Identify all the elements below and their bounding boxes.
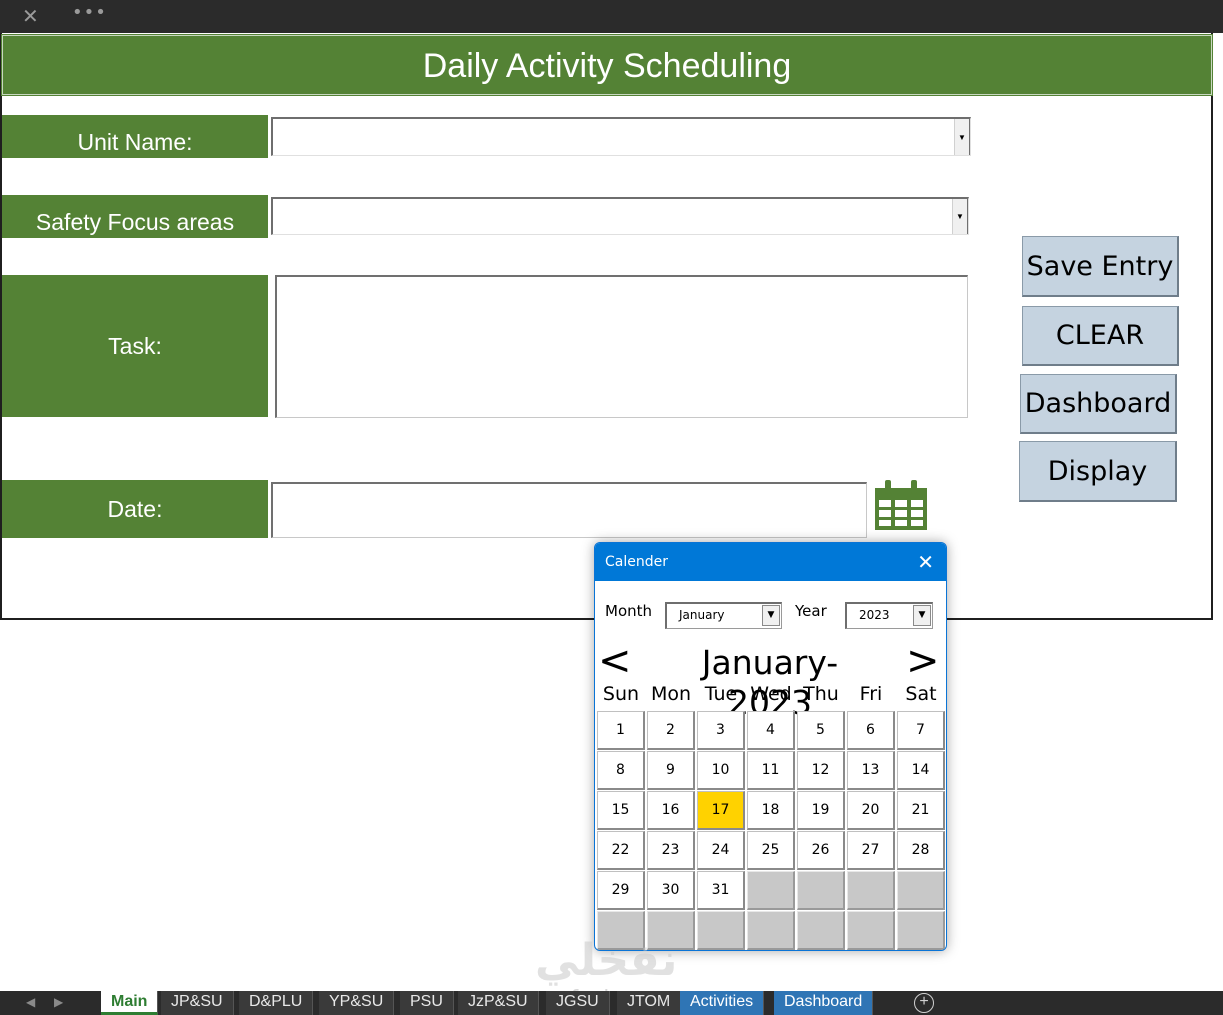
calendar-day[interactable]: 8 bbox=[597, 751, 645, 790]
dashboard-button[interactable]: Dashboard bbox=[1020, 374, 1177, 434]
calendar-day[interactable]: 3 bbox=[697, 711, 745, 750]
dropdown-arrow-icon[interactable]: ▼ bbox=[952, 199, 968, 234]
calendar-day[interactable]: 21 bbox=[897, 791, 945, 830]
chevron-down-icon[interactable]: ▼ bbox=[762, 605, 780, 626]
weekday-header: Thu bbox=[803, 683, 839, 705]
more-icon[interactable]: ••• bbox=[72, 2, 107, 23]
calendar-dialog: Calender ✕ Month January ▼ Year 2023 ▼ <… bbox=[594, 542, 947, 951]
page-title: Daily Activity Scheduling bbox=[1, 34, 1213, 96]
sheet-tab[interactable]: JzP&SU bbox=[458, 991, 539, 1015]
calendar-day[interactable]: 16 bbox=[647, 791, 695, 830]
sheet-tab[interactable]: Main bbox=[101, 991, 159, 1015]
safety-focus-label: Safety Focus areas bbox=[2, 195, 268, 238]
calendar-empty-cell bbox=[597, 911, 645, 950]
plus-circle-icon[interactable]: + bbox=[914, 993, 934, 1013]
calendar-day[interactable]: 4 bbox=[747, 711, 795, 750]
date-input[interactable] bbox=[271, 482, 867, 538]
sheet-tab[interactable]: D&PLU bbox=[239, 991, 314, 1015]
display-button[interactable]: Display bbox=[1019, 441, 1177, 502]
calendar-day[interactable]: 18 bbox=[747, 791, 795, 830]
save-entry-button[interactable]: Save Entry bbox=[1022, 236, 1179, 297]
close-icon[interactable]: ✕ bbox=[22, 4, 39, 28]
sheet-tab[interactable]: YP&SU bbox=[319, 991, 395, 1015]
calendar-day[interactable]: 1 bbox=[597, 711, 645, 750]
calendar-day[interactable]: 22 bbox=[597, 831, 645, 870]
calendar-day[interactable]: 19 bbox=[797, 791, 845, 830]
calendar-icon[interactable] bbox=[873, 478, 929, 532]
prev-month-button[interactable]: < bbox=[598, 641, 632, 681]
unit-name-label: Unit Name: bbox=[2, 115, 268, 158]
year-select-value: 2023 bbox=[859, 608, 890, 622]
calendar-day[interactable]: 14 bbox=[897, 751, 945, 790]
calendar-empty-cell bbox=[647, 911, 695, 950]
unit-name-dropdown[interactable]: ▼ bbox=[271, 117, 971, 156]
sheet-tab[interactable]: PSU bbox=[400, 991, 454, 1015]
calendar-day[interactable]: 30 bbox=[647, 871, 695, 910]
sheet-tabbar: ◀ ▶ Main JP&SU D&PLU YP&SU PSU JzP&SU JGSU JTOM… bbox=[0, 991, 1223, 1015]
calendar-empty-cell bbox=[847, 911, 895, 950]
calendar-empty-cell bbox=[847, 871, 895, 910]
calendar-day[interactable]: 27 bbox=[847, 831, 895, 870]
month-select[interactable]: January ▼ bbox=[665, 602, 782, 629]
month-label: Month bbox=[605, 602, 653, 620]
year-select[interactable]: 2023 ▼ bbox=[845, 602, 933, 629]
weekday-header: Fri bbox=[859, 683, 883, 705]
calendar-day[interactable]: 15 bbox=[597, 791, 645, 830]
calendar-dialog-titlebar: Calender ✕ bbox=[595, 543, 946, 581]
window-topbar: ✕ ••• bbox=[0, 0, 1223, 33]
sheet-tab[interactable]: Activities bbox=[680, 991, 765, 1015]
tab-scroll-right-icon[interactable]: ▶ bbox=[54, 995, 63, 1009]
calendar-empty-cell bbox=[797, 911, 845, 950]
month-select-value: January bbox=[679, 608, 725, 622]
calendar-day[interactable]: 5 bbox=[797, 711, 845, 750]
sheet-tab[interactable]: Dashboard bbox=[774, 991, 874, 1015]
task-textarea[interactable] bbox=[275, 275, 968, 418]
calendar-day[interactable]: 24 bbox=[697, 831, 745, 870]
calendar-day[interactable]: 11 bbox=[747, 751, 795, 790]
calendar-day[interactable]: 23 bbox=[647, 831, 695, 870]
calendar-day[interactable]: 28 bbox=[897, 831, 945, 870]
calendar-day[interactable]: 26 bbox=[797, 831, 845, 870]
clear-button[interactable]: CLEAR bbox=[1022, 306, 1179, 366]
weekday-header: Sun bbox=[602, 683, 640, 705]
calendar-empty-cell bbox=[897, 911, 945, 950]
weekday-header: Mon bbox=[650, 683, 692, 705]
weekday-header: Sat bbox=[905, 683, 937, 705]
weekday-header: Wed bbox=[750, 683, 792, 705]
calendar-day[interactable]: 12 bbox=[797, 751, 845, 790]
chevron-down-icon[interactable]: ▼ bbox=[913, 605, 931, 626]
calendar-day[interactable]: 31 bbox=[697, 871, 745, 910]
calendar-empty-cell bbox=[747, 911, 795, 950]
calendar-empty-cell bbox=[897, 871, 945, 910]
calendar-day[interactable]: 20 bbox=[847, 791, 895, 830]
calendar-day[interactable]: 29 bbox=[597, 871, 645, 910]
year-label: Year bbox=[795, 602, 827, 620]
calendar-day[interactable]: 6 bbox=[847, 711, 895, 750]
sheet-tab[interactable]: JTOM bbox=[617, 991, 682, 1015]
tab-scroll-left-icon[interactable]: ◀ bbox=[26, 995, 35, 1009]
next-month-button[interactable]: > bbox=[906, 641, 940, 681]
calendar-day[interactable]: 7 bbox=[897, 711, 945, 750]
safety-focus-dropdown[interactable]: ▼ bbox=[271, 197, 969, 235]
date-label: Date: bbox=[2, 480, 268, 538]
calendar-empty-cell bbox=[697, 911, 745, 950]
dropdown-arrow-icon[interactable]: ▼ bbox=[954, 119, 970, 155]
calendar-day[interactable]: 2 bbox=[647, 711, 695, 750]
calendar-empty-cell bbox=[747, 871, 795, 910]
close-icon[interactable]: ✕ bbox=[917, 543, 934, 581]
calendar-day[interactable]: 10 bbox=[697, 751, 745, 790]
sheet-tab[interactable]: JGSU bbox=[546, 991, 610, 1015]
calendar-day[interactable]: 17 bbox=[697, 791, 745, 830]
calendar-day[interactable]: 25 bbox=[747, 831, 795, 870]
calendar-day[interactable]: 9 bbox=[647, 751, 695, 790]
task-label: Task: bbox=[2, 275, 268, 417]
sheet-tab[interactable]: JP&SU bbox=[161, 991, 234, 1015]
calendar-day[interactable]: 13 bbox=[847, 751, 895, 790]
weekday-header: Tue bbox=[704, 683, 738, 705]
calendar-dialog-title: Calender bbox=[605, 554, 668, 570]
calendar-empty-cell bbox=[797, 871, 845, 910]
